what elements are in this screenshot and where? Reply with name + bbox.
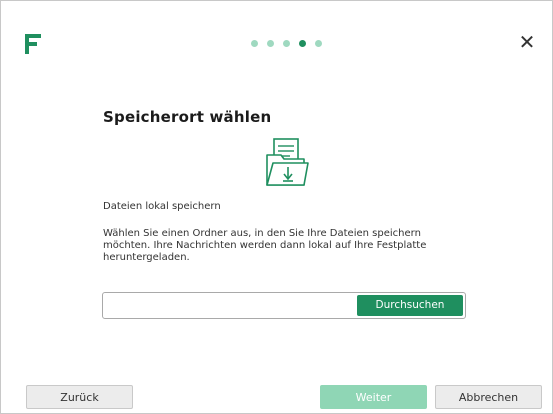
step-dot xyxy=(315,40,322,47)
next-button[interactable]: Weiter xyxy=(320,385,427,409)
step-dot xyxy=(283,40,290,47)
step-indicator xyxy=(251,40,322,47)
step-dot xyxy=(267,40,274,47)
brand-f-logo-icon xyxy=(25,34,41,54)
section-subtitle: Dateien lokal speichern xyxy=(103,201,221,212)
folder-path-input[interactable] xyxy=(107,296,356,317)
folder-path-field: Durchsuchen xyxy=(102,292,466,319)
page-title: Speicherort wählen xyxy=(103,108,272,126)
folder-download-icon xyxy=(266,138,309,186)
step-dot-active xyxy=(299,40,306,47)
step-dot xyxy=(251,40,258,47)
description-text: Wählen Sie einen Ordner aus, in den Sie … xyxy=(103,228,427,263)
setup-dialog: ✕ Speicherort wählen Dateien lokal speic… xyxy=(0,0,553,414)
close-icon[interactable]: ✕ xyxy=(516,31,538,53)
cancel-button[interactable]: Abbrechen xyxy=(435,385,542,409)
back-button[interactable]: Zurück xyxy=(26,385,133,409)
browse-button[interactable]: Durchsuchen xyxy=(357,295,463,316)
